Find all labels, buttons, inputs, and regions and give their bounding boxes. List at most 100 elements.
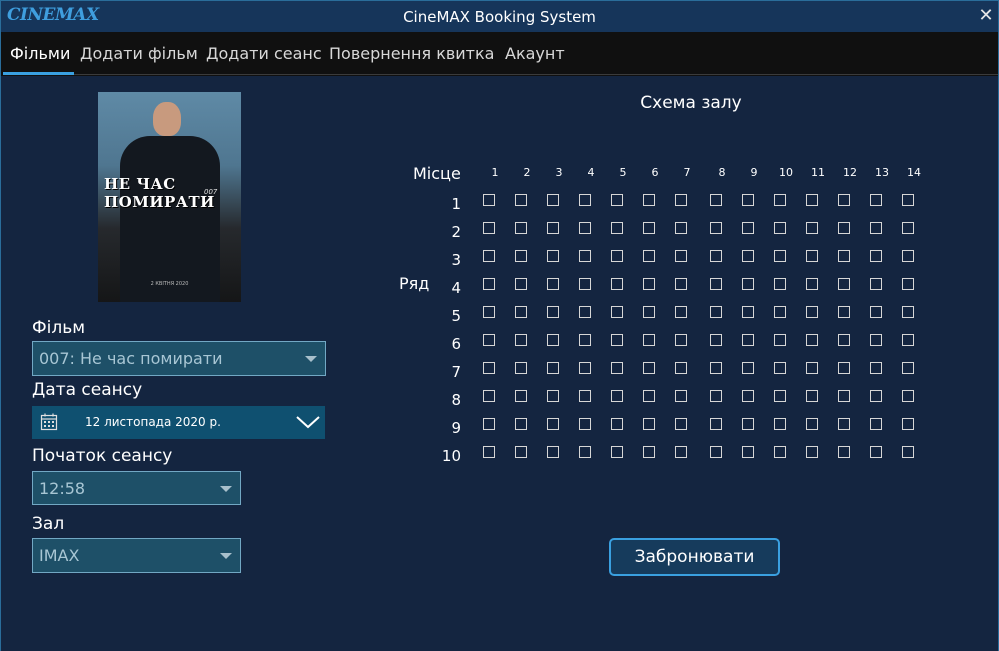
seat-checkbox[interactable]	[483, 362, 495, 374]
seat-checkbox[interactable]	[675, 418, 687, 430]
seat-checkbox[interactable]	[675, 222, 687, 234]
seat-checkbox[interactable]	[838, 446, 850, 458]
seat-checkbox[interactable]	[742, 446, 754, 458]
seat-checkbox[interactable]	[643, 194, 655, 206]
seat-checkbox[interactable]	[774, 446, 786, 458]
seat-checkbox[interactable]	[902, 362, 914, 374]
seat-checkbox[interactable]	[547, 362, 559, 374]
seat-checkbox[interactable]	[838, 418, 850, 430]
seat-checkbox[interactable]	[838, 390, 850, 402]
seat-checkbox[interactable]	[838, 306, 850, 318]
seat-checkbox[interactable]	[483, 250, 495, 262]
seat-checkbox[interactable]	[710, 362, 722, 374]
seat-checkbox[interactable]	[838, 222, 850, 234]
seat-checkbox[interactable]	[483, 278, 495, 290]
seat-checkbox[interactable]	[483, 446, 495, 458]
seat-checkbox[interactable]	[547, 418, 559, 430]
seat-checkbox[interactable]	[774, 418, 786, 430]
seat-checkbox[interactable]	[774, 306, 786, 318]
seat-checkbox[interactable]	[806, 306, 818, 318]
seat-checkbox[interactable]	[902, 446, 914, 458]
seat-checkbox[interactable]	[579, 390, 591, 402]
seat-checkbox[interactable]	[870, 250, 882, 262]
seat-checkbox[interactable]	[643, 362, 655, 374]
seat-checkbox[interactable]	[547, 306, 559, 318]
seat-checkbox[interactable]	[774, 390, 786, 402]
tab-account[interactable]: Акаунт	[505, 44, 565, 63]
seat-checkbox[interactable]	[675, 278, 687, 290]
seat-checkbox[interactable]	[710, 250, 722, 262]
seat-checkbox[interactable]	[838, 194, 850, 206]
seat-checkbox[interactable]	[579, 306, 591, 318]
seat-checkbox[interactable]	[643, 334, 655, 346]
seat-checkbox[interactable]	[611, 194, 623, 206]
seat-checkbox[interactable]	[838, 278, 850, 290]
seat-checkbox[interactable]	[806, 334, 818, 346]
seat-checkbox[interactable]	[902, 250, 914, 262]
seat-checkbox[interactable]	[611, 390, 623, 402]
seat-checkbox[interactable]	[611, 446, 623, 458]
seat-checkbox[interactable]	[870, 418, 882, 430]
seat-checkbox[interactable]	[806, 418, 818, 430]
tab-add-session[interactable]: Додати сеанс	[206, 44, 322, 63]
session-date-picker[interactable]: 12 листопада 2020 р.	[32, 406, 325, 439]
seat-checkbox[interactable]	[806, 446, 818, 458]
seat-checkbox[interactable]	[675, 250, 687, 262]
seat-checkbox[interactable]	[515, 334, 527, 346]
seat-checkbox[interactable]	[742, 278, 754, 290]
hall-combobox[interactable]: IMAX	[32, 538, 241, 573]
seat-checkbox[interactable]	[806, 194, 818, 206]
seat-checkbox[interactable]	[611, 250, 623, 262]
book-button[interactable]: Забронювати	[609, 538, 780, 576]
seat-checkbox[interactable]	[611, 418, 623, 430]
seat-checkbox[interactable]	[870, 194, 882, 206]
seat-checkbox[interactable]	[870, 362, 882, 374]
seat-checkbox[interactable]	[675, 446, 687, 458]
seat-checkbox[interactable]	[483, 418, 495, 430]
seat-checkbox[interactable]	[774, 278, 786, 290]
seat-checkbox[interactable]	[806, 222, 818, 234]
seat-checkbox[interactable]	[643, 222, 655, 234]
seat-checkbox[interactable]	[547, 278, 559, 290]
seat-checkbox[interactable]	[611, 278, 623, 290]
seat-checkbox[interactable]	[902, 306, 914, 318]
seat-checkbox[interactable]	[710, 390, 722, 402]
seat-checkbox[interactable]	[515, 306, 527, 318]
seat-checkbox[interactable]	[806, 390, 818, 402]
tab-films[interactable]: Фільми	[10, 44, 70, 63]
seat-checkbox[interactable]	[870, 278, 882, 290]
film-combobox[interactable]: 007: Не час помирати	[32, 341, 326, 376]
seat-checkbox[interactable]	[515, 446, 527, 458]
seat-checkbox[interactable]	[870, 306, 882, 318]
seat-checkbox[interactable]	[774, 250, 786, 262]
seat-checkbox[interactable]	[710, 278, 722, 290]
seat-checkbox[interactable]	[643, 278, 655, 290]
seat-checkbox[interactable]	[547, 334, 559, 346]
close-icon[interactable]: ✕	[975, 4, 997, 28]
seat-checkbox[interactable]	[643, 306, 655, 318]
seat-checkbox[interactable]	[710, 306, 722, 318]
seat-checkbox[interactable]	[742, 306, 754, 318]
seat-checkbox[interactable]	[483, 222, 495, 234]
seat-checkbox[interactable]	[483, 306, 495, 318]
seat-checkbox[interactable]	[870, 390, 882, 402]
seat-checkbox[interactable]	[483, 390, 495, 402]
seat-checkbox[interactable]	[742, 250, 754, 262]
seat-checkbox[interactable]	[643, 390, 655, 402]
seat-checkbox[interactable]	[547, 222, 559, 234]
seat-checkbox[interactable]	[579, 194, 591, 206]
seat-checkbox[interactable]	[742, 334, 754, 346]
seat-checkbox[interactable]	[611, 306, 623, 318]
seat-checkbox[interactable]	[742, 362, 754, 374]
seat-checkbox[interactable]	[483, 334, 495, 346]
seat-checkbox[interactable]	[515, 194, 527, 206]
seat-checkbox[interactable]	[611, 362, 623, 374]
seat-checkbox[interactable]	[675, 362, 687, 374]
seat-checkbox[interactable]	[579, 418, 591, 430]
seat-checkbox[interactable]	[710, 446, 722, 458]
seat-checkbox[interactable]	[515, 390, 527, 402]
seat-checkbox[interactable]	[579, 334, 591, 346]
seat-checkbox[interactable]	[579, 250, 591, 262]
seat-checkbox[interactable]	[515, 278, 527, 290]
seat-checkbox[interactable]	[579, 278, 591, 290]
